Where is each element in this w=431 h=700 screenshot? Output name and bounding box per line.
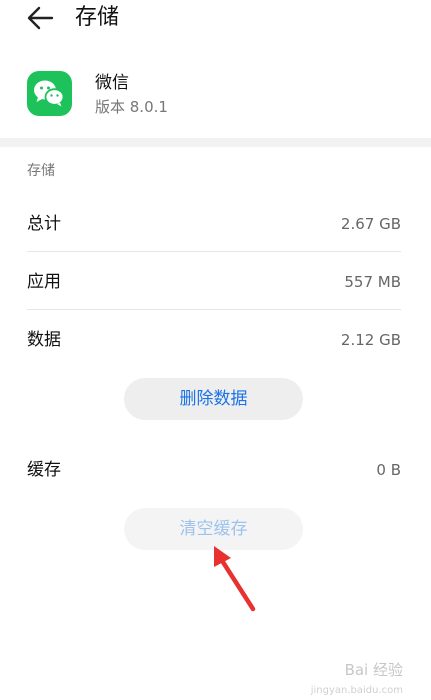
row-label: 总计 xyxy=(27,214,61,234)
row-value: 2.67 GB xyxy=(340,215,401,233)
storage-row-data: 数据 2.12 GB xyxy=(27,312,401,368)
row-divider xyxy=(27,309,401,310)
arrow-left-icon xyxy=(27,6,54,30)
row-label: 数据 xyxy=(27,330,61,350)
row-label: 应用 xyxy=(27,272,61,292)
row-divider xyxy=(27,251,401,252)
app-info: 微信 版本 8.0.1 xyxy=(0,62,431,134)
row-value: 0 B xyxy=(376,461,401,479)
red-arrow-annotation xyxy=(214,546,256,612)
row-value: 557 MB xyxy=(344,273,401,291)
row-value: 2.12 GB xyxy=(340,331,401,349)
watermark: Bai 经验 xyxy=(344,661,403,679)
delete-data-button[interactable]: 删除数据 xyxy=(124,378,303,420)
storage-row-total: 总计 2.67 GB xyxy=(27,196,401,252)
wechat-icon xyxy=(27,71,72,116)
watermark-url: jingyan.baidu.com xyxy=(310,685,403,696)
header: 存储 xyxy=(0,0,431,40)
app-version: 版本 8.0.1 xyxy=(95,98,168,116)
section-divider xyxy=(0,138,431,147)
app-name: 微信 xyxy=(95,73,129,93)
back-button[interactable] xyxy=(26,4,56,32)
row-label: 缓存 xyxy=(27,460,61,480)
storage-row-app: 应用 557 MB xyxy=(27,254,401,310)
storage-section-label: 存储 xyxy=(27,163,55,179)
cache-row: 缓存 0 B xyxy=(27,442,401,498)
page-title: 存储 xyxy=(75,5,120,30)
